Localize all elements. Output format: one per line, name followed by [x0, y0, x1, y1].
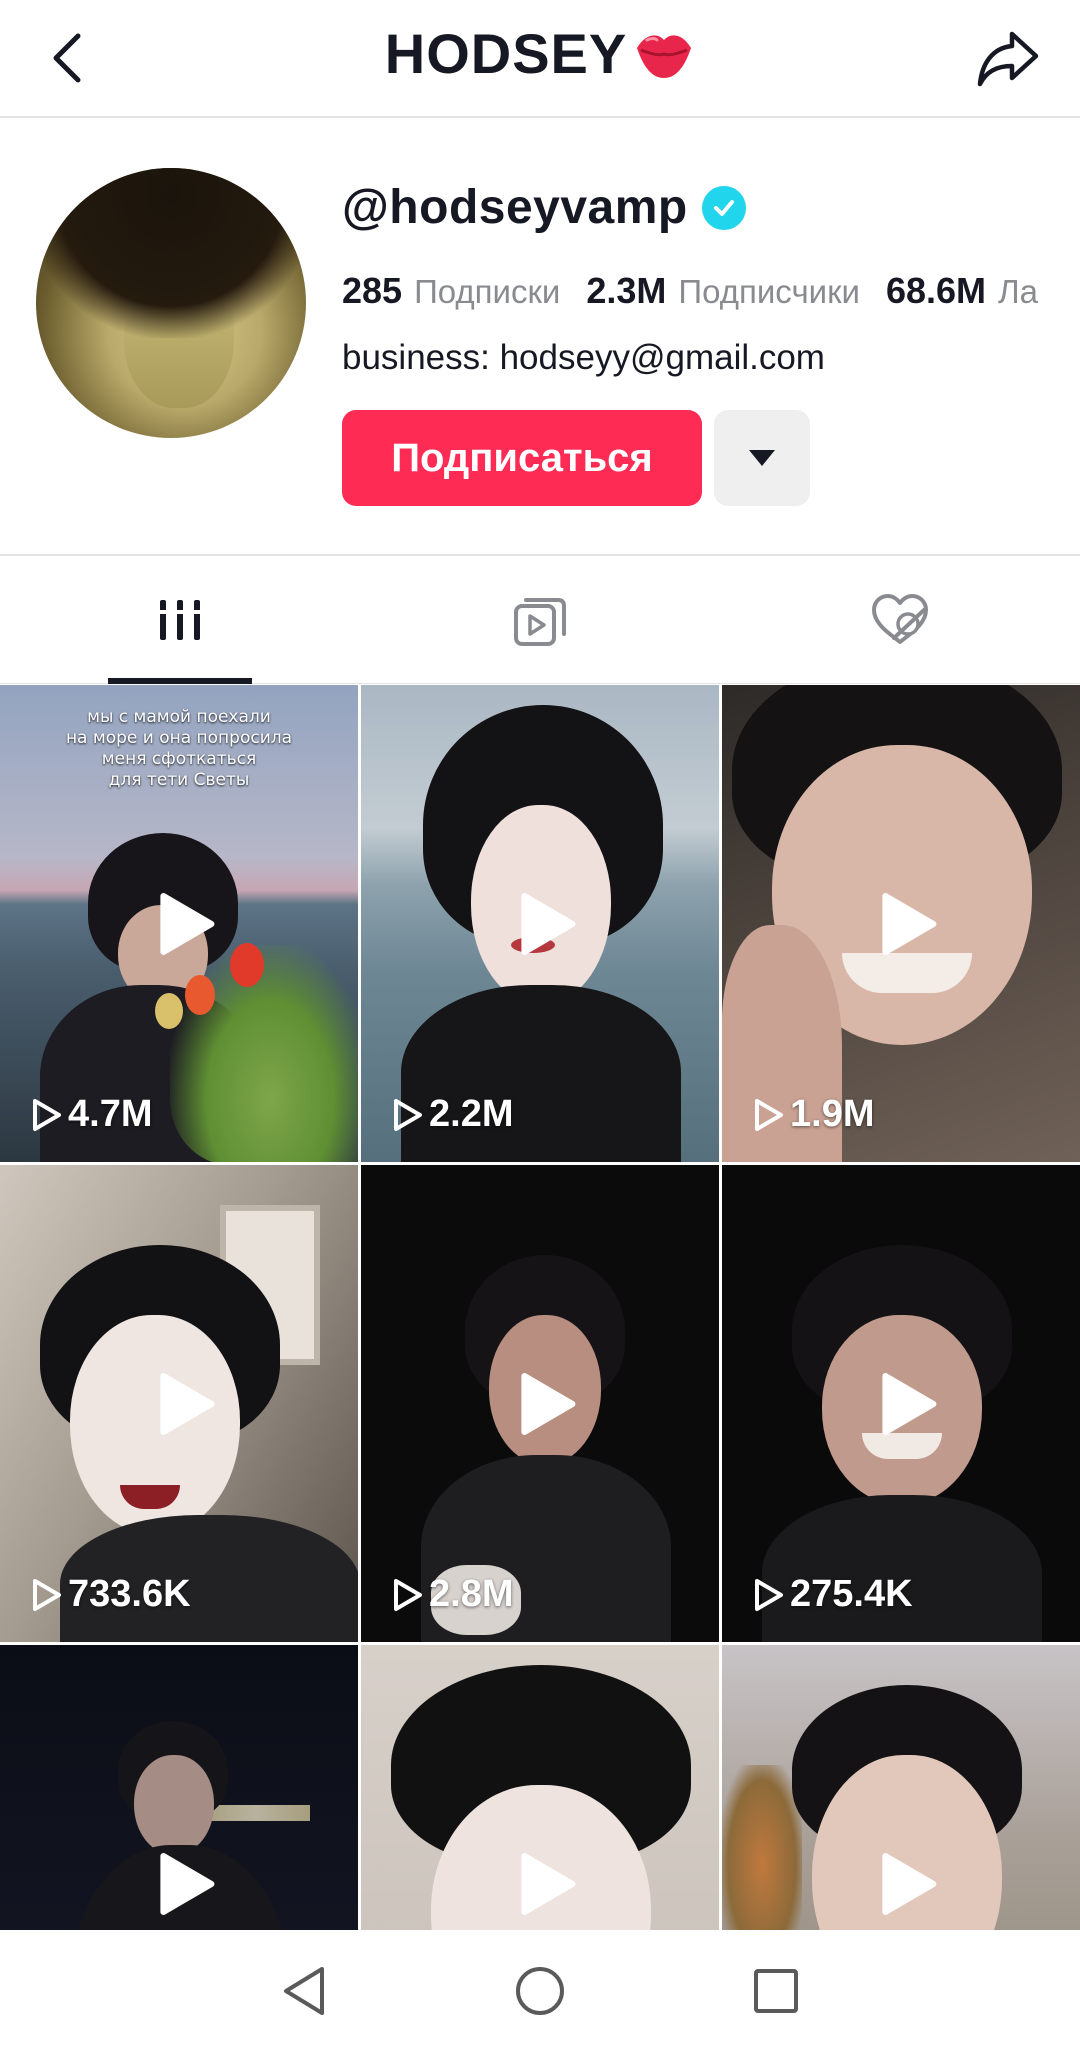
tab-liked[interactable] [720, 556, 1080, 683]
video-tile[interactable] [361, 1645, 719, 1930]
play-icon [882, 892, 937, 955]
suggested-accounts-button[interactable] [714, 410, 810, 506]
avatar [36, 168, 306, 438]
share-button[interactable] [972, 22, 1044, 94]
profile-header: @hodseyvamp 285 Подписки 2.3M Подписчики… [0, 120, 1080, 554]
view-count: 4.7M [30, 1093, 152, 1136]
view-count-text: 733.6K [68, 1573, 191, 1615]
verified-badge-icon [701, 185, 746, 230]
tab-reposts[interactable] [360, 556, 720, 683]
page-title-row: HODSEY [0, 18, 1080, 90]
caret-down-icon [749, 450, 775, 466]
bio: business: hodseyy@gmail.com [342, 338, 825, 377]
username: @hodseyvamp [342, 181, 688, 234]
play-icon [160, 892, 215, 955]
view-count-text: 4.7M [68, 1093, 153, 1135]
video-grid: мы с мамой поехали на море и она попросил… [0, 685, 1080, 1930]
video-tile[interactable] [722, 1645, 1080, 1930]
followers-count[interactable]: 2.3M [586, 270, 666, 312]
view-count: 2.2M [391, 1093, 513, 1136]
video-tile[interactable]: 2.2M [361, 685, 719, 1162]
video-caption-line: на море и она попросила [65, 728, 293, 748]
view-count: 1.9M [752, 1093, 874, 1136]
play-icon [160, 1372, 215, 1435]
nav-back-button[interactable] [186, 1930, 422, 2052]
view-count-text: 2.2M [429, 1093, 514, 1135]
avatar-hair [36, 168, 306, 338]
view-count-text: 2.8M [429, 1573, 514, 1615]
play-outline-icon [755, 1098, 783, 1131]
followers-label[interactable]: Подписчики [678, 273, 860, 311]
liked-hidden-icon [872, 593, 928, 644]
play-outline-icon [394, 1098, 422, 1131]
tulip [230, 943, 264, 987]
video-tile[interactable]: 2.8M [361, 1165, 719, 1642]
play-outline-icon [33, 1098, 61, 1131]
grid-icon [156, 599, 204, 640]
video-tile[interactable] [0, 1645, 358, 1930]
likes-label: Ла [998, 273, 1039, 310]
play-icon [160, 1852, 215, 1915]
view-count: 2.8M [391, 1573, 513, 1616]
play-icon [882, 1372, 937, 1435]
play-icon [521, 1372, 576, 1435]
view-count-text: 275.4K [790, 1573, 913, 1615]
video-tile[interactable]: 275.4K [722, 1165, 1080, 1642]
square-recents-icon [754, 1969, 798, 2013]
play-icon [882, 1852, 937, 1915]
video-tile[interactable]: мы с мамой поехали на море и она попросил… [0, 685, 358, 1162]
triangle-back-icon [284, 1967, 324, 2015]
stats-row: 285 Подписки 2.3M Подписчики 68.6M Ла [342, 270, 1064, 312]
username-row: @hodseyvamp [342, 180, 746, 235]
lips-emoji-icon [637, 35, 692, 78]
play-outline-icon [394, 1578, 422, 1611]
tulip [155, 993, 183, 1029]
circle-home-icon [516, 1967, 564, 2015]
nav-recents-button[interactable] [658, 1930, 894, 2052]
play-icon [521, 892, 576, 955]
play-outline-icon [755, 1578, 783, 1611]
follow-button[interactable]: Подписаться [342, 410, 702, 506]
video-caption: мы с мамой поехали на море и она попросил… [0, 707, 358, 791]
video-caption-line: для тети Светы [108, 770, 250, 790]
tab-videos[interactable] [0, 556, 360, 684]
view-count: 275.4K [752, 1573, 913, 1616]
video-tile[interactable]: 733.6K [0, 1165, 358, 1642]
share-arrow-icon [977, 31, 1039, 87]
autumn-trees [722, 1765, 802, 1930]
video-caption-line: мы с мамой поехали [87, 707, 271, 727]
following-label[interactable]: Подписки [414, 273, 560, 311]
view-count-text: 1.9M [790, 1093, 875, 1135]
profile-tabs [0, 554, 1080, 684]
page-title: HODSEY [384, 22, 628, 85]
likes-count: 68.6M [885, 270, 987, 311]
play-icon [521, 1852, 576, 1915]
play-outline-icon [33, 1578, 61, 1611]
video-tile[interactable]: 1.9M [722, 685, 1080, 1162]
tulip [185, 975, 215, 1015]
smile [842, 953, 972, 993]
view-count: 733.6K [30, 1573, 191, 1616]
top-bar: HODSEY [0, 0, 1080, 118]
video-caption-line: меня сфоткаться [101, 749, 257, 769]
following-count[interactable]: 285 [342, 270, 402, 312]
repost-icon [514, 597, 566, 646]
nav-home-button[interactable] [422, 1930, 658, 2052]
system-nav-bar [0, 1930, 1080, 2052]
